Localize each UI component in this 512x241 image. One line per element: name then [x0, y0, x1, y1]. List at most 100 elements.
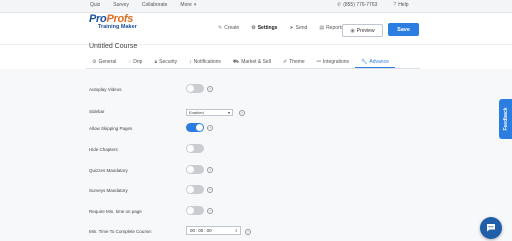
help-link[interactable]: ? Help — [393, 2, 408, 8]
preview-label: Preview — [356, 27, 375, 34]
minutes-value: 00 — [198, 228, 204, 233]
tab-notifications[interactable]: ♪ Notifications — [183, 57, 227, 67]
chat-icon — [487, 224, 495, 232]
require-min-time-label: Require Min. time on page — [89, 209, 142, 214]
quizzes-mandatory-label: Quizzes Mandatory — [89, 168, 128, 173]
hide-chapters-label: Hide Chapters — [89, 147, 118, 152]
top-menu-survey[interactable]: Survey — [113, 2, 129, 8]
top-menu-collaborate[interactable]: Collaborate — [142, 2, 168, 8]
tab-label: General — [98, 59, 117, 65]
tab-advance[interactable]: 🔧︎ Advance — [355, 57, 395, 68]
proprofs-logo[interactable]: ProProfs Training Maker — [89, 14, 137, 31]
tab-label: Integrations — [322, 59, 350, 65]
top-menu-more-label: More — [180, 2, 192, 8]
chat-button[interactable] — [480, 217, 502, 239]
gear-icon: ⚙ — [92, 59, 97, 65]
help-label: Help — [398, 2, 409, 8]
tab-label: Theme — [289, 59, 305, 65]
drip-icon: ◌ — [128, 59, 132, 65]
send-action[interactable]: ➤ Send — [289, 25, 307, 31]
allow-skipping-label: Allow Skipping Pages — [89, 126, 133, 131]
create-action[interactable]: ✎ Create — [218, 25, 239, 31]
toggle-knob — [187, 186, 194, 193]
info-icon[interactable]: ? — [245, 229, 251, 235]
tab-market-sell[interactable]: ⛟ Market & Sell — [227, 57, 277, 67]
tab-label: Advance — [369, 59, 389, 65]
tab-label: Market & Sell — [241, 59, 271, 65]
course-title: Untitled Course — [89, 43, 138, 50]
eye-icon: ◉ — [350, 27, 355, 34]
top-menu-quiz[interactable]: Quiz — [90, 2, 100, 8]
send-label: Send — [295, 25, 308, 31]
toggle-knob — [187, 166, 194, 173]
settings-label: Settings — [257, 25, 278, 31]
sidebar-select-value: Enabled — [189, 110, 204, 115]
reports-action[interactable]: ▤ Reports — [319, 25, 343, 31]
time-separator: : — [196, 228, 198, 233]
tab-drip[interactable]: ◌ Drip — [122, 57, 148, 67]
lock-icon: 🔒︎ — [154, 59, 158, 65]
require-min-time-toggle[interactable] — [186, 206, 204, 215]
settings-action[interactable]: ⚙ Settings — [251, 25, 277, 31]
info-icon[interactable]: ? — [207, 167, 213, 173]
chevron-down-icon: ▾ — [227, 110, 230, 115]
tab-general[interactable]: ⚙ General — [86, 57, 122, 67]
bell-icon: ♪ — [189, 59, 192, 65]
cart-icon: ⛟ — [232, 58, 240, 65]
tab-integrations[interactable]: ⚯ Integrations — [311, 57, 355, 67]
chevron-down-icon: ▾ — [193, 2, 197, 8]
seconds-value: 00 — [206, 228, 212, 233]
toggle-knob — [187, 85, 194, 92]
hide-chapters-toggle[interactable] — [186, 144, 204, 153]
settings-tabs: ⚙ General ◌ Drip 🔒︎ Security ♪ Notifications… — [86, 57, 420, 69]
sidebar-label: Sidebar — [89, 109, 105, 114]
tab-label: Drip — [133, 59, 143, 65]
tab-theme[interactable]: ✐ Theme — [277, 57, 311, 67]
phone-number: (855) 776-7763 — [343, 2, 378, 8]
sidebar-select[interactable]: Enabled ▾ — [186, 109, 233, 116]
toggle-knob — [187, 145, 194, 152]
gear-icon: ⚙ — [251, 25, 256, 31]
feedback-tab[interactable]: Feedback — [499, 99, 512, 139]
plug-icon: ⚯ — [316, 59, 321, 65]
reports-label: Reports — [326, 25, 344, 31]
info-icon[interactable]: ? — [207, 86, 213, 92]
phone-icon: ✆ — [337, 2, 342, 8]
top-menu-more[interactable]: More ▾ — [180, 2, 196, 8]
reports-icon: ▤ — [319, 25, 325, 31]
phone-link[interactable]: ✆ (855) 776-7763 — [337, 2, 377, 8]
top-menu: Quiz Survey Collaborate More ▾ — [90, 2, 196, 8]
info-icon[interactable]: ? — [239, 110, 245, 116]
quizzes-mandatory-toggle[interactable] — [186, 165, 204, 174]
surveys-mandatory-label: Surveys Mandatory — [89, 188, 128, 193]
pencil-icon: ✎ — [218, 25, 223, 31]
min-time-label: Min. Time To Complete Course: — [89, 229, 152, 234]
spinner-icon: ⇕ — [234, 228, 238, 233]
toggle-knob — [196, 124, 203, 131]
autoplay-videos-toggle[interactable] — [186, 84, 204, 93]
info-icon[interactable]: ? — [207, 125, 213, 131]
toggle-knob — [187, 207, 194, 214]
help-icon: ? — [393, 2, 397, 8]
top-right-links: ✆ (855) 776-7763 ? Help — [337, 2, 408, 8]
create-label: Create — [224, 25, 240, 31]
logo-subtitle: Training Maker — [98, 24, 137, 30]
tab-security[interactable]: 🔒︎ Security — [148, 57, 183, 67]
allow-skipping-toggle[interactable] — [186, 123, 204, 132]
feedback-label: Feedback — [502, 107, 509, 131]
brush-icon: ✐ — [282, 59, 288, 65]
autoplay-videos-label: Autoplay Videos — [89, 87, 122, 92]
tab-label: Security — [159, 59, 178, 65]
hours-value: 00 — [190, 228, 196, 233]
top-navigation-bar: Quiz Survey Collaborate More ▾ ✆ (855) 7… — [0, 0, 512, 13]
settings-content — [0, 69, 512, 241]
save-button[interactable]: Save — [388, 23, 419, 36]
info-icon[interactable]: ? — [207, 208, 213, 214]
info-icon[interactable]: ? — [207, 187, 213, 193]
surveys-mandatory-toggle[interactable] — [186, 185, 204, 194]
preview-button[interactable]: ◉ Preview — [342, 24, 383, 37]
wrench-icon: 🔧︎ — [361, 59, 368, 65]
min-time-input[interactable]: 00 : 00 : 00 ⇕ — [186, 226, 241, 235]
tab-label: Notifications — [193, 59, 221, 65]
send-icon: ➤ — [289, 25, 294, 31]
